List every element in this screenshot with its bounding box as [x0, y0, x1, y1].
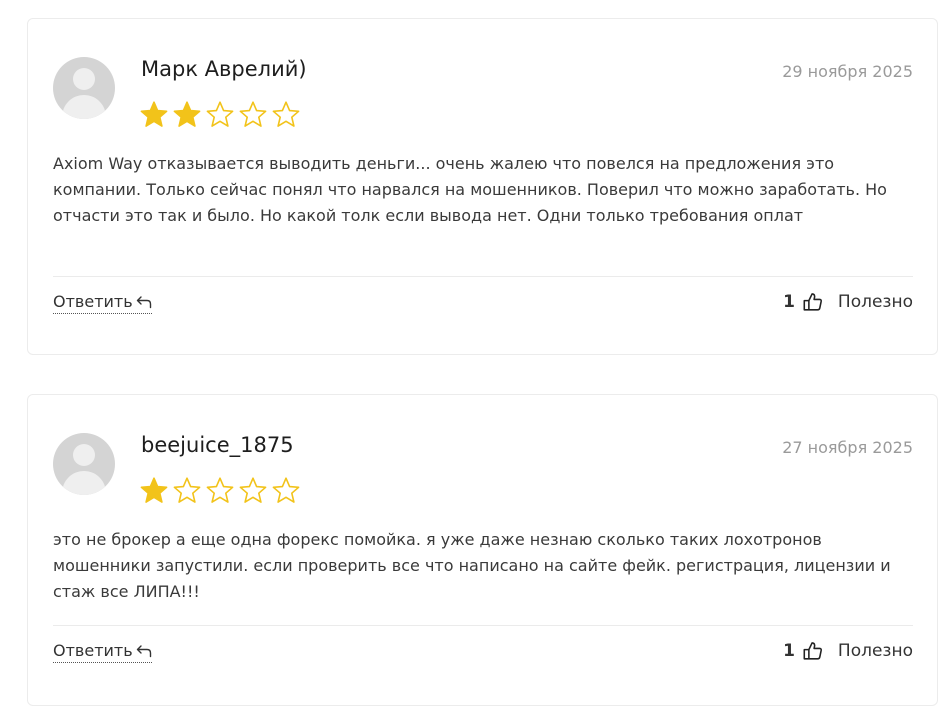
- helpful-label[interactable]: Полезно: [838, 641, 913, 661]
- review-date: 27 ноября 2025: [782, 438, 913, 457]
- star-empty-icon: [272, 477, 300, 503]
- helpful-label[interactable]: Полезно: [838, 292, 913, 312]
- review-date: 29 ноября 2025: [782, 62, 913, 81]
- avatar: [53, 57, 115, 119]
- review-text: это не брокер а еще одна форекс помойка.…: [53, 530, 891, 601]
- review-card: beejuice_1875 27 ноября 2025 это не брок…: [27, 394, 938, 706]
- star-filled-icon: [140, 477, 168, 503]
- star-empty-icon: [206, 477, 234, 503]
- reply-label: Ответить: [53, 641, 133, 660]
- star-rating: [138, 99, 302, 131]
- helpful-block: 1 Полезно: [783, 640, 913, 662]
- star-empty-icon: [239, 477, 267, 503]
- star-empty-icon: [239, 101, 267, 127]
- reply-button[interactable]: Ответить: [53, 292, 152, 314]
- review-card: Марк Аврелий) 29 ноября 2025 Axiom Way о…: [27, 18, 938, 355]
- divider: [53, 276, 913, 277]
- thumbs-up-icon[interactable]: [802, 291, 824, 313]
- review-author: Марк Аврелий): [141, 57, 307, 81]
- helpful-count: 1: [783, 292, 795, 312]
- star-filled-icon: [173, 101, 201, 127]
- star-empty-icon: [272, 101, 300, 127]
- star-empty-icon: [173, 477, 201, 503]
- divider: [53, 625, 913, 626]
- star-empty-icon: [206, 101, 234, 127]
- thumbs-up-icon[interactable]: [802, 640, 824, 662]
- reply-arrow-icon: [136, 644, 151, 657]
- helpful-block: 1 Полезно: [783, 291, 913, 313]
- reply-label: Ответить: [53, 292, 133, 311]
- avatar: [53, 433, 115, 495]
- helpful-count: 1: [783, 641, 795, 661]
- star-filled-icon: [140, 101, 168, 127]
- review-author: beejuice_1875: [141, 433, 294, 457]
- reply-arrow-icon: [136, 295, 151, 308]
- star-rating: [138, 475, 302, 507]
- reply-button[interactable]: Ответить: [53, 641, 152, 663]
- review-text: Axiom Way отказывается выводить деньги..…: [53, 154, 887, 225]
